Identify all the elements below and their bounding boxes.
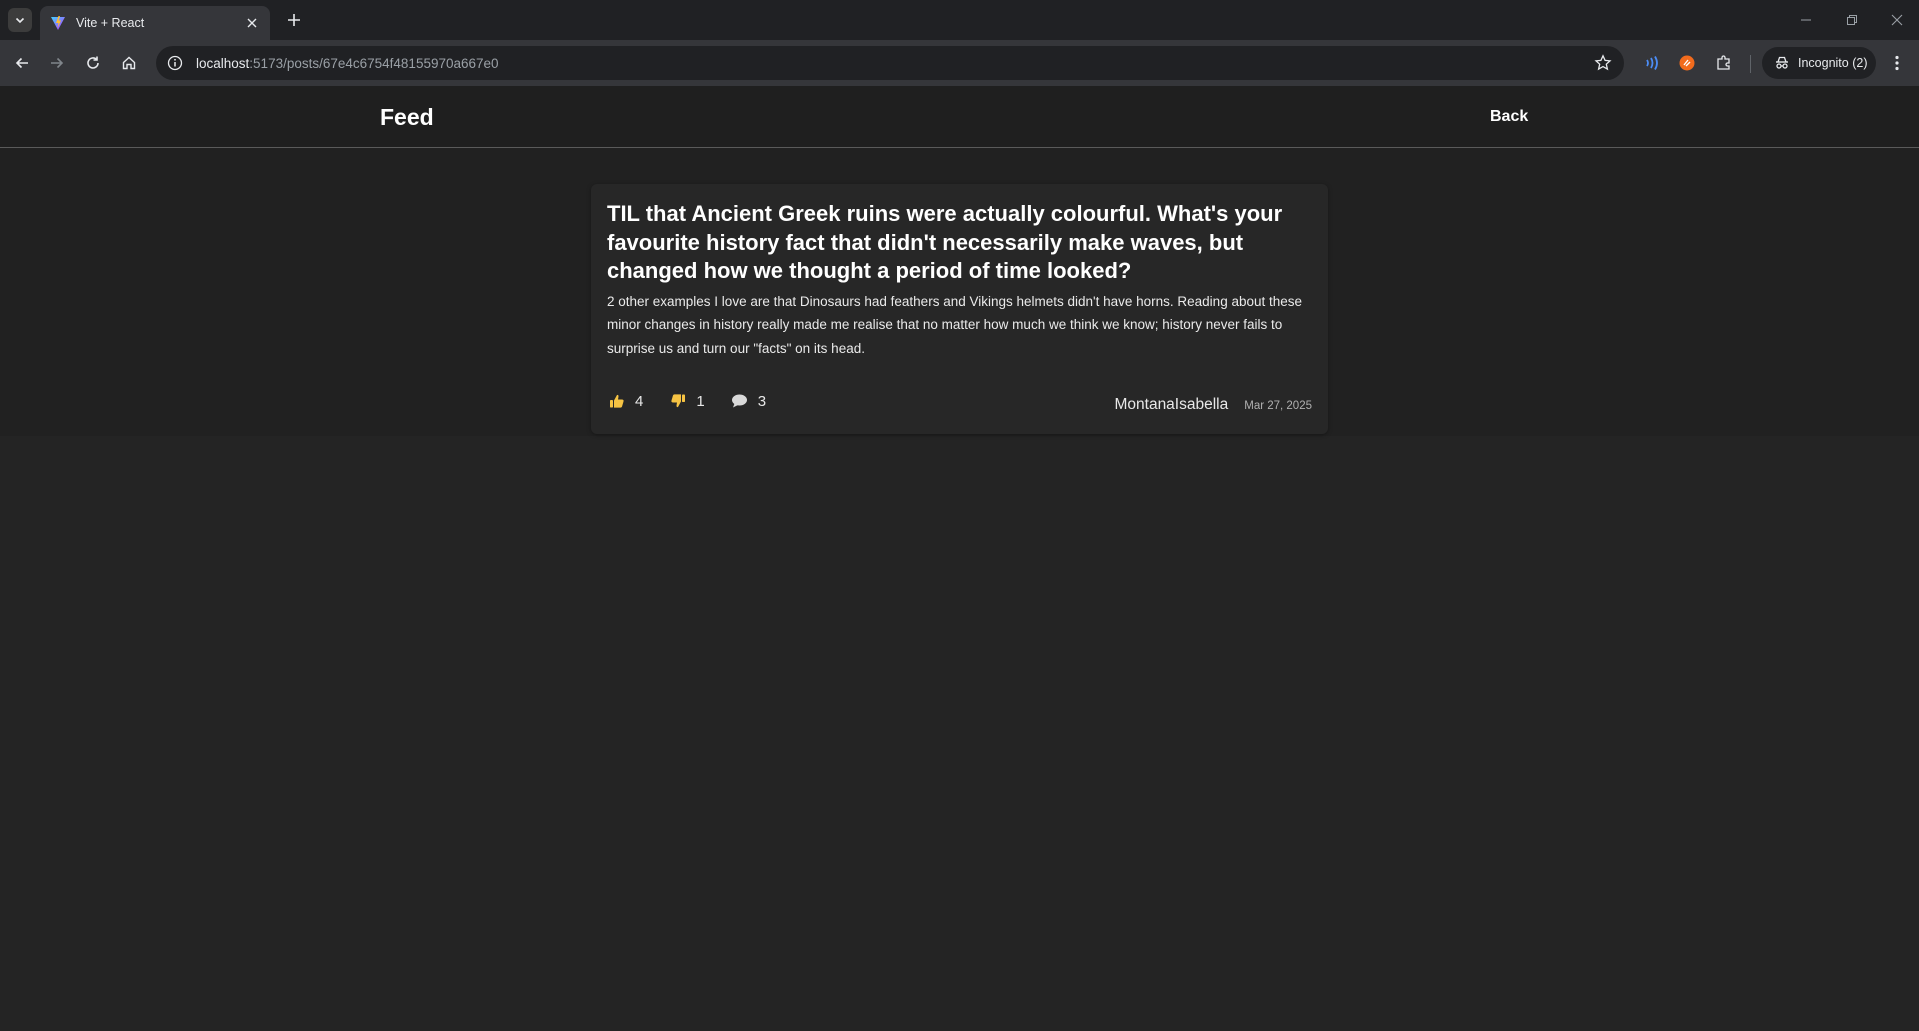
bookmark-star-icon[interactable] [1594, 54, 1612, 72]
browser-tabstrip: Vite + React [0, 0, 1919, 40]
minimize-button[interactable] [1791, 8, 1821, 32]
browser-menu-button[interactable] [1886, 52, 1908, 74]
post-meta: MontanaIsabella Mar 27, 2025 [1114, 396, 1312, 414]
browser-toolbar: localhost:5173/posts/67e4c6754f48155970a… [0, 40, 1919, 86]
post-actions: 4 1 3 [608, 392, 792, 410]
extension-blue-button[interactable] [1640, 52, 1662, 74]
post-card: TIL that Ancient Greek ruins were actual… [591, 184, 1328, 434]
vite-logo-icon [51, 16, 65, 30]
site-info-icon[interactable] [166, 54, 184, 72]
plus-icon [288, 14, 300, 26]
home-button[interactable] [115, 49, 143, 77]
url-host: localhost [196, 55, 250, 71]
extension-orange-button[interactable] [1676, 52, 1698, 74]
browser-tab-active[interactable]: Vite + React [40, 6, 270, 40]
back-nav-button[interactable] [8, 49, 36, 77]
orange-extension-icon [1679, 55, 1695, 71]
dislike-button[interactable]: 1 [669, 392, 705, 410]
minimize-icon [1801, 19, 1811, 21]
forward-nav-button[interactable] [43, 49, 71, 77]
comments-button[interactable]: 3 [731, 392, 766, 410]
incognito-label: Incognito (2) [1798, 56, 1868, 70]
more-vertical-icon [1895, 55, 1899, 71]
url-path: :5173/posts/67e4c6754f48155970a667e0 [249, 55, 499, 71]
feed-brand-link[interactable]: Feed [380, 104, 434, 131]
incognito-indicator[interactable]: Incognito (2) [1762, 47, 1876, 79]
home-icon [122, 56, 136, 70]
puzzle-piece-icon [1717, 55, 1730, 70]
arrow-right-icon [51, 57, 64, 69]
tab-title: Vite + React [76, 16, 145, 30]
restore-button[interactable] [1837, 8, 1867, 32]
close-icon [1891, 14, 1903, 26]
post-title: TIL that Ancient Greek ruins were actual… [607, 201, 1283, 283]
chevron-down-icon [15, 17, 25, 24]
extensions-menu-button[interactable] [1713, 52, 1735, 74]
wave-extension-icon [1646, 56, 1658, 70]
app-header: Feed Back [0, 86, 1919, 148]
reload-button[interactable] [79, 49, 107, 77]
restore-icon [1847, 15, 1857, 25]
comment-icon [731, 392, 749, 410]
comment-count: 3 [757, 392, 767, 410]
like-count: 4 [635, 392, 644, 410]
post-body: 2 other examples I love are that Dinosau… [607, 293, 1303, 356]
toolbar-separator [1750, 55, 1751, 73]
address-bar[interactable]: localhost:5173/posts/67e4c6754f48155970a… [156, 46, 1624, 80]
close-window-button[interactable] [1882, 8, 1912, 32]
post-author[interactable]: MontanaIsabella [1114, 396, 1228, 414]
incognito-icon [1776, 56, 1788, 69]
dislike-count: 1 [696, 392, 705, 410]
thumbs-down-icon [669, 392, 687, 410]
tab-search-button[interactable] [8, 8, 32, 32]
like-button[interactable]: 4 [608, 392, 643, 410]
reload-icon [87, 56, 99, 69]
new-tab-button[interactable] [282, 8, 306, 32]
thumbs-up-icon [608, 392, 626, 410]
arrow-left-icon [15, 57, 28, 69]
tab-close-icon[interactable] [244, 15, 260, 31]
post-date: Mar 27, 2025 [1244, 400, 1312, 412]
url-text: localhost:5173/posts/67e4c6754f48155970a… [196, 56, 499, 71]
back-link[interactable]: Back [1490, 108, 1528, 126]
